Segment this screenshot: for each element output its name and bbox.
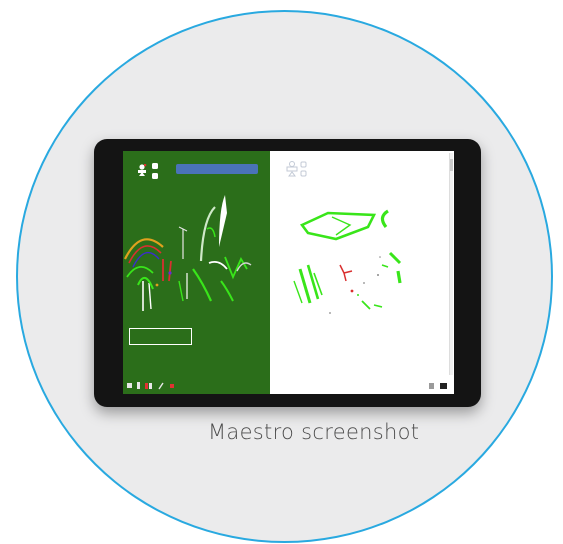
left-pane	[123, 151, 270, 394]
shapes-tool-icon[interactable]	[138, 164, 147, 176]
grid-icon	[127, 383, 132, 388]
stop-icon	[170, 384, 174, 388]
pencil-icon	[137, 382, 140, 389]
tablet-screen	[123, 151, 454, 394]
pause-icon	[149, 383, 152, 389]
tablet-device	[94, 139, 481, 407]
tool-icons[interactable]	[136, 161, 162, 183]
dance-drawing-left	[124, 195, 252, 311]
record-icon	[145, 383, 148, 389]
caption: Maestro screenshot	[208, 420, 420, 444]
layers-icon[interactable]	[300, 161, 307, 177]
screen-icon	[440, 383, 447, 389]
scroll-thumb[interactable]	[450, 159, 453, 171]
layers-icon[interactable]	[152, 163, 158, 179]
shapes-tool-icon[interactable]	[286, 161, 298, 177]
tool-icons[interactable]	[284, 159, 310, 181]
dance-drawing-right	[293, 209, 402, 314]
info-box	[129, 328, 192, 345]
line-tool-icon	[158, 382, 164, 390]
bottom-toolbar	[123, 379, 454, 394]
export-icon	[429, 383, 434, 389]
search-bar[interactable]	[176, 164, 258, 174]
toolbar-icons[interactable]	[428, 381, 450, 391]
toolbar-icons[interactable]	[126, 381, 186, 391]
right-pane	[270, 151, 454, 394]
